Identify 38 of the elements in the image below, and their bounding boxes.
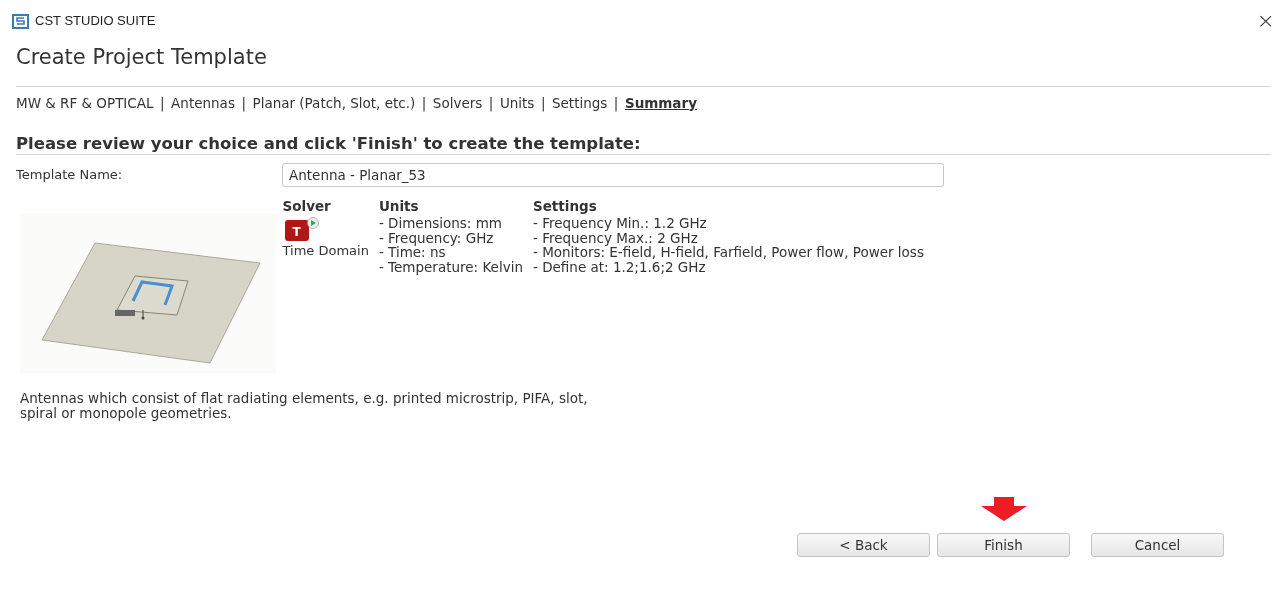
unit-item: - Temperature: Kelvin — [378, 259, 523, 275]
finish-button[interactable]: Finish — [937, 532, 1070, 557]
breadcrumb-link[interactable]: MW & RF & OPTICAL — [16, 92, 154, 113]
solver-name: Time Domain — [282, 241, 369, 260]
instruction-text: Please review your choice and click 'Finish' to create the template: — [16, 134, 1271, 155]
solver-icon-letter: T — [292, 224, 301, 239]
breadcrumb-separator: | — [241, 93, 246, 113]
unit-item: - Dimensions: mm — [378, 216, 503, 231]
unit-item: - Time: ns — [378, 245, 446, 260]
breadcrumb-link[interactable]: Summary — [624, 92, 697, 113]
breadcrumb-link[interactable]: Settings — [551, 92, 608, 113]
setting-item: - Frequency Min.: 1.2 GHz — [532, 216, 708, 231]
breadcrumb-link[interactable]: Planar (Patch, Slot, etc.) — [252, 92, 416, 113]
setting-item: - Frequency Max.: 2 GHz — [532, 230, 698, 246]
description-text: Antennas which consist of flat radiating elements, e.g. printed microstrip, PIFA, slot, spiral or monopole geometries. — [20, 390, 589, 421]
column-heading: Solver — [282, 198, 332, 214]
breadcrumb-separator: | — [160, 93, 165, 113]
breadcrumb-separator: | — [488, 93, 494, 113]
app-logo-icon — [12, 13, 29, 29]
breadcrumb-separator: | — [540, 93, 546, 113]
cancel-button[interactable]: Cancel — [1091, 532, 1224, 557]
unit-item: - Frequency: GHz — [378, 230, 495, 246]
field-label: Template Name: — [16, 165, 124, 184]
template-name-field[interactable]: Antenna - Planar_53 — [282, 162, 944, 187]
column-heading: Units — [378, 198, 420, 214]
page-heading: Create Project Template — [16, 42, 1271, 87]
setting-item: - Monitors: E-field, H-field, Farfield, Power flow, Power loss — [532, 245, 924, 260]
window-title: CST STUDIO SUITE — [35, 12, 156, 31]
breadcrumb-link[interactable]: Antennas — [171, 92, 235, 113]
close-button[interactable]: × — [1256, 10, 1275, 32]
setting-item: - Define at: 1.2;1.6;2 GHz — [532, 259, 706, 275]
back-button[interactable]: < Back — [797, 532, 930, 557]
breadcrumb-link[interactable]: Units — [499, 92, 535, 113]
breadcrumb-separator: | — [613, 93, 619, 113]
solver-icon — [282, 216, 319, 241]
breadcrumb-separator: | — [421, 93, 427, 113]
column-heading: Settings — [532, 198, 598, 214]
breadcrumb-link[interactable]: Solvers — [432, 92, 483, 113]
